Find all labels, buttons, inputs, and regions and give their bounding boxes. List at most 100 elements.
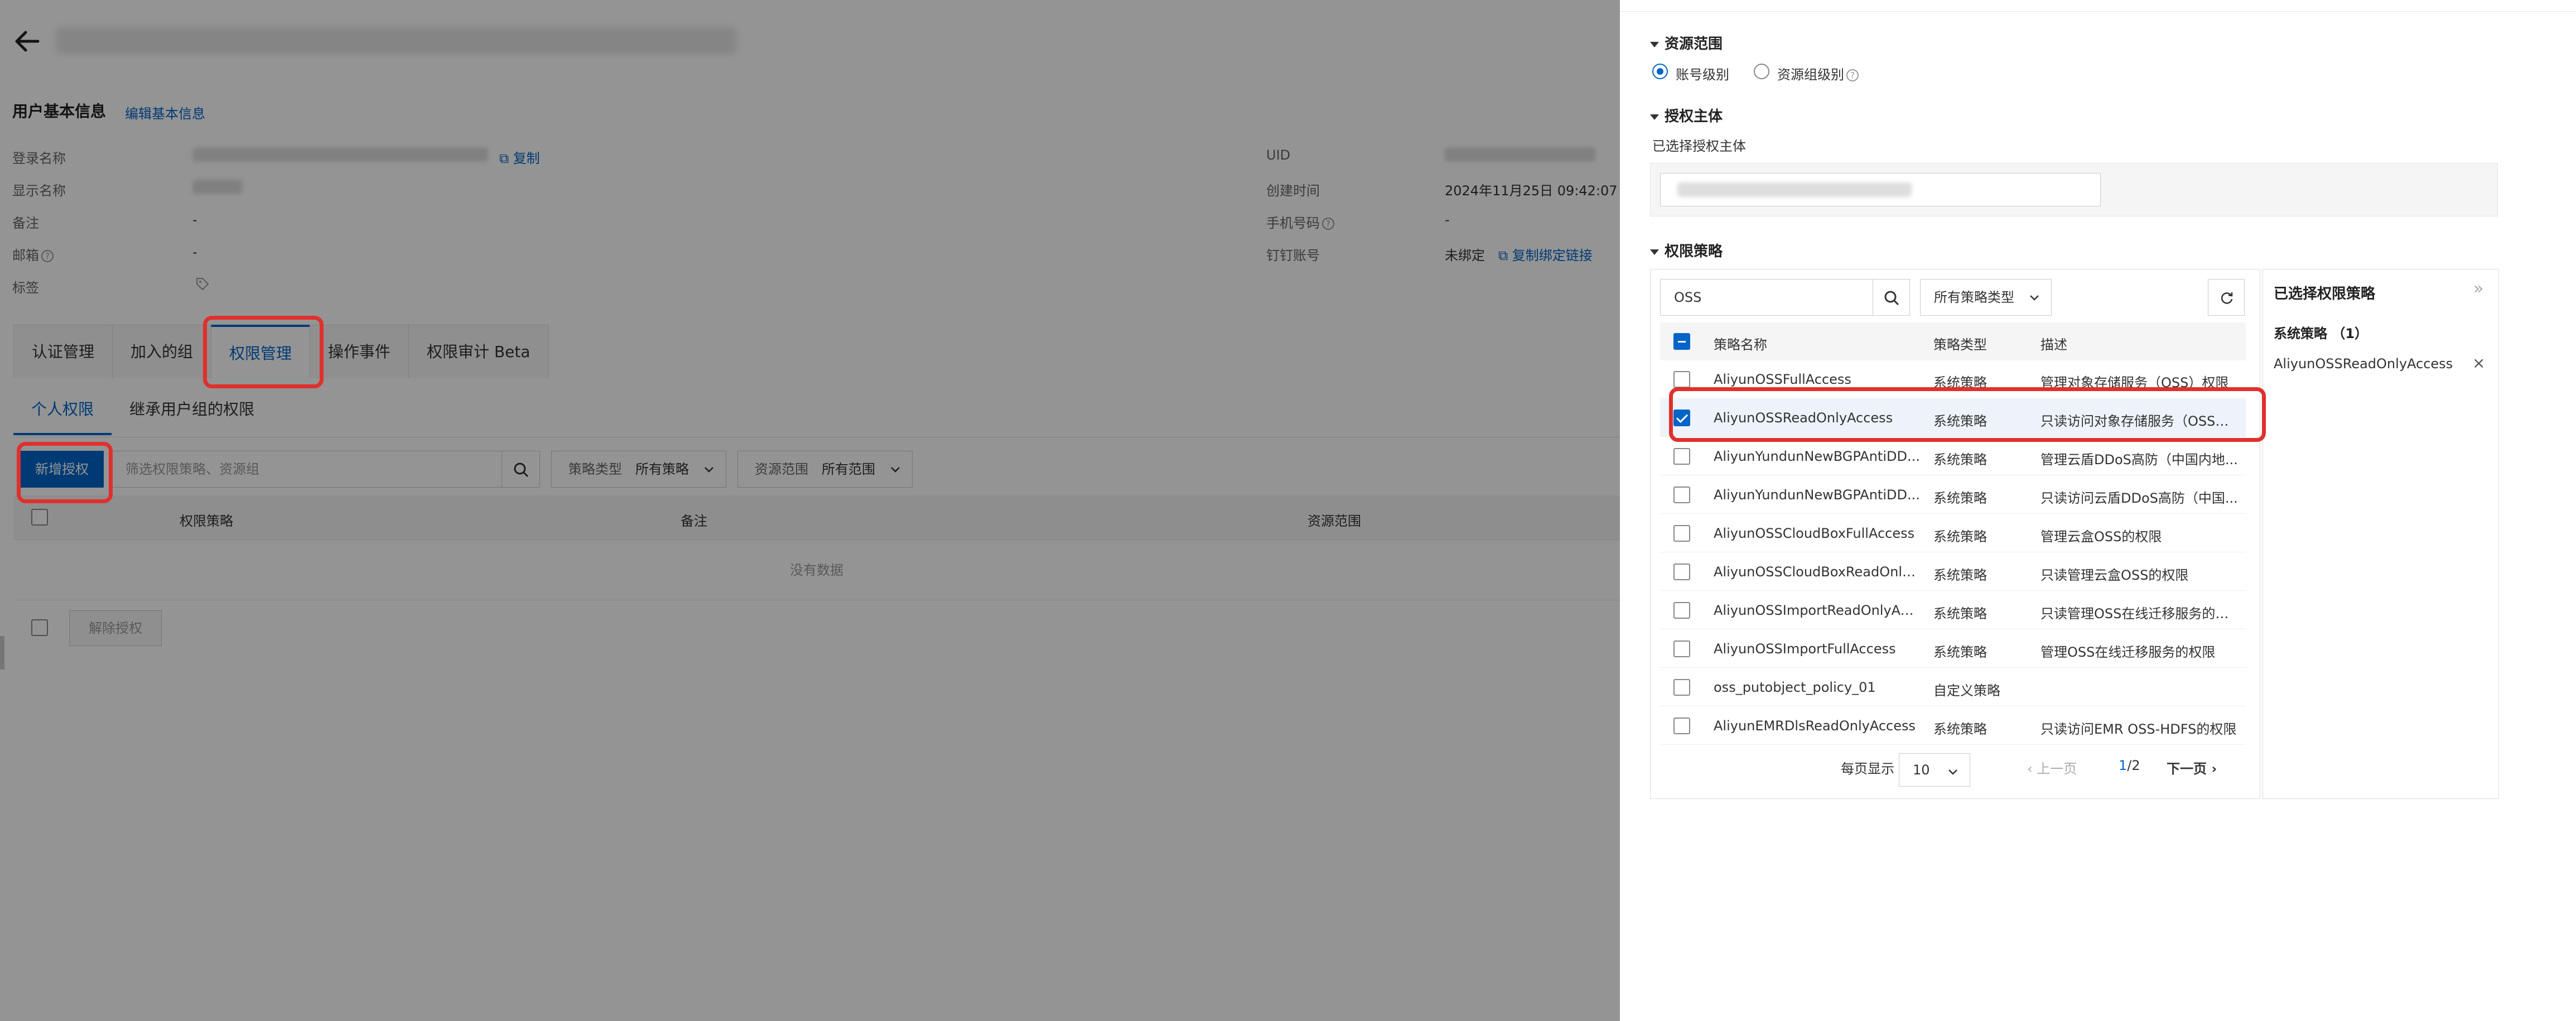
col-remark: 备注 bbox=[681, 513, 707, 529]
edit-info-link[interactable]: 编辑基本信息 bbox=[125, 103, 205, 122]
highlight-permissions-tab bbox=[203, 316, 324, 388]
copy-icon: ⧉ bbox=[499, 151, 509, 166]
chevron-down-icon bbox=[1948, 769, 1957, 775]
side-handle[interactable] bbox=[0, 636, 4, 670]
tab-groups[interactable]: 加入的组 bbox=[112, 325, 212, 378]
policy-row-checkbox[interactable] bbox=[1673, 371, 1690, 388]
policy-type-filter[interactable]: 所有策略类型 bbox=[1920, 279, 2052, 316]
policy-row[interactable]: AliyunYundunNewBGPAntiDD... 系统策略 只读访问云盾DDo… bbox=[1660, 476, 2246, 514]
radio-account-label: 账号级别 bbox=[1676, 67, 1729, 83]
policy-row[interactable]: AliyunOSSImportFullAccess 系统策略 管理OSS在线迁移服务… bbox=[1660, 630, 2246, 668]
col-scope: 资源范围 bbox=[1308, 513, 1361, 529]
highlight-add-button bbox=[17, 442, 113, 503]
policy-name-cell: AliyunYundunNewBGPAntiDD... bbox=[1714, 449, 1920, 464]
policy-row-checkbox[interactable] bbox=[1673, 602, 1690, 619]
policy-type-cell: 系统策略 bbox=[1933, 567, 1987, 583]
policy-table-header: 策略名称 策略类型 描述 bbox=[1660, 322, 2246, 360]
policy-desc-cell: 管理云盾DDoS高防（中国内地... bbox=[2040, 452, 2238, 468]
next-page-button[interactable]: 下一页 › bbox=[2167, 758, 2217, 777]
principal-title: 授权主体 bbox=[1650, 105, 1723, 126]
policy-row-checkbox[interactable] bbox=[1673, 679, 1690, 696]
policy-search-input[interactable]: OSS bbox=[1660, 279, 1873, 316]
principal-input[interactable] bbox=[1660, 173, 2101, 206]
policy-row-checkbox[interactable] bbox=[1673, 717, 1690, 734]
radio-resource-group-label: 资源组级别? bbox=[1777, 64, 1859, 83]
policy-row[interactable]: AliyunYundunNewBGPAntiDD... 系统策略 管理云盾DDoS高… bbox=[1660, 437, 2246, 475]
scope-select[interactable]: 资源范围 所有范围 bbox=[737, 451, 913, 488]
login-name-value bbox=[192, 147, 488, 162]
policy-row[interactable]: oss_putobject_policy_01 自定义策略 bbox=[1660, 668, 2246, 706]
radio-account-level[interactable] bbox=[1652, 64, 1668, 79]
copy-login-link[interactable]: ⧉ 复制 bbox=[499, 147, 540, 167]
policy-row[interactable]: AliyunOSSImportReadOnlyAc... 系统策略 只读管理OSS在… bbox=[1660, 591, 2246, 629]
tab-events[interactable]: 操作事件 bbox=[310, 325, 409, 378]
refresh-button[interactable] bbox=[2208, 279, 2245, 316]
chevron-down-icon bbox=[705, 467, 713, 473]
policy-desc-cell: 管理云盒OSS的权限 bbox=[2040, 529, 2162, 545]
tab-auth[interactable]: 认证管理 bbox=[13, 325, 113, 378]
filter-search-button[interactable] bbox=[502, 451, 540, 488]
copy-bind-link[interactable]: ⧉ 复制绑定链接 bbox=[1498, 244, 1593, 264]
principal-value bbox=[1677, 182, 1912, 197]
col-policy-type: 策略类型 bbox=[1933, 337, 1987, 353]
policy-name-cell: AliyunYundunNewBGPAntiDD... bbox=[1714, 487, 1920, 503]
policy-name-cell: oss_putobject_policy_01 bbox=[1714, 680, 1876, 695]
tag-icon[interactable] bbox=[195, 277, 210, 291]
per-page-select[interactable]: 10 bbox=[1899, 753, 1970, 787]
policy-type-cell: 系统策略 bbox=[1933, 606, 1987, 622]
policy-type-cell: 系统策略 bbox=[1933, 644, 1987, 660]
principal-selected-label: 已选择授权主体 bbox=[1652, 138, 1746, 154]
policy-row[interactable]: AliyunOSSCloudBoxFullAccess 系统策略 管理云盒OSS的权… bbox=[1660, 514, 2246, 552]
help-icon[interactable]: ? bbox=[1846, 69, 1859, 81]
policy-name-cell: AliyunEMRDlsReadOnlyAccess bbox=[1714, 718, 1916, 734]
divider bbox=[1620, 11, 2576, 12]
select-all-checkbox[interactable] bbox=[31, 509, 48, 526]
policy-type-cell: 系统策略 bbox=[1933, 452, 1987, 468]
collapse-icon[interactable]: » bbox=[2473, 279, 2483, 298]
subtab-inherited[interactable]: 继承用户组的权限 bbox=[112, 391, 272, 435]
filter-input[interactable]: 筛选权限策略、资源组 bbox=[112, 451, 502, 488]
chevron-down-icon bbox=[2030, 295, 2039, 301]
selected-panel-title: 已选择权限策略 bbox=[2274, 286, 2376, 302]
policy-row-checkbox[interactable] bbox=[1673, 564, 1690, 580]
remove-policy-icon[interactable]: × bbox=[2472, 354, 2485, 372]
permission-table-header: 权限策略 备注 资源范围 bbox=[13, 495, 1620, 540]
select-all-policies-checkbox[interactable] bbox=[1673, 333, 1690, 350]
uid-value bbox=[1445, 147, 1595, 162]
policy-row[interactable]: AliyunEMRDlsReadOnlyAccess 系统策略 只读访问EMR OS… bbox=[1660, 707, 2246, 745]
chevron-down-icon bbox=[891, 467, 900, 473]
policy-type-cell: 自定义策略 bbox=[1933, 683, 2000, 699]
created-time-label: 创建时间 bbox=[1266, 183, 1320, 199]
policy-desc-cell: 只读访问云盾DDoS高防（中国... bbox=[2040, 490, 2238, 506]
policy-type-select[interactable]: 策略类型 所有策略 bbox=[551, 451, 726, 488]
bulk-select-checkbox[interactable] bbox=[31, 619, 48, 636]
policy-desc-cell: 只读管理云盒OSS的权限 bbox=[2040, 567, 2189, 583]
policy-name-cell: AliyunOSSCloudBoxReadOnly... bbox=[1714, 564, 1920, 580]
per-page-label: 每页显示 bbox=[1841, 761, 1894, 777]
page-indicator: 1/2 bbox=[2119, 758, 2140, 773]
policy-row[interactable]: AliyunOSSCloudBoxReadOnly... 系统策略 只读管理云盒OS… bbox=[1660, 553, 2246, 591]
help-icon[interactable]: ? bbox=[41, 250, 54, 262]
phone-label: 手机号码? bbox=[1266, 212, 1334, 232]
tab-audit[interactable]: 权限审计 Beta bbox=[408, 325, 549, 378]
search-icon bbox=[1884, 291, 1899, 306]
col-policy: 权限策略 bbox=[180, 513, 233, 529]
revoke-button[interactable]: 解除授权 bbox=[69, 610, 162, 646]
policy-row-checkbox[interactable] bbox=[1673, 448, 1690, 465]
policy-search-button[interactable] bbox=[1873, 279, 1910, 316]
uid-label: UID bbox=[1266, 147, 1291, 163]
tag-label: 标签 bbox=[12, 280, 39, 296]
display-name-value bbox=[192, 180, 243, 194]
selected-policy-item: AliyunOSSReadOnlyAccess bbox=[2274, 356, 2453, 372]
radio-resource-group[interactable] bbox=[1754, 64, 1769, 79]
policy-row-checkbox[interactable] bbox=[1673, 640, 1690, 657]
policy-row-checkbox[interactable] bbox=[1673, 487, 1690, 503]
remark-label: 备注 bbox=[12, 215, 39, 231]
prev-page-button[interactable]: ‹ 上一页 bbox=[2027, 758, 2077, 777]
help-icon[interactable]: ? bbox=[1322, 218, 1334, 230]
back-arrow-icon[interactable] bbox=[11, 25, 45, 58]
resource-scope-title: 资源范围 bbox=[1650, 32, 1723, 53]
policy-row-checkbox[interactable] bbox=[1673, 525, 1690, 542]
policy-desc-cell: 只读访问EMR OSS-HDFS的权限 bbox=[2040, 721, 2237, 737]
subtab-personal[interactable]: 个人权限 bbox=[13, 391, 112, 435]
